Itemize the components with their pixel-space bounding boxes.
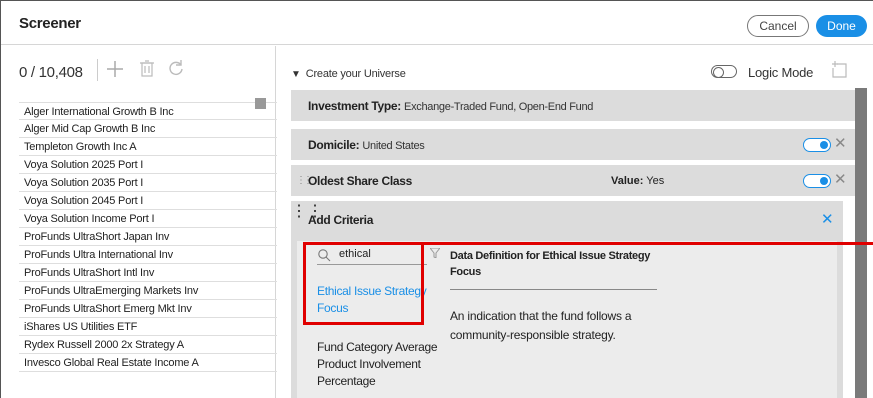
fund-list-panel: 0 / 10,408 Alger International Growth B … [1,46,277,398]
trash-icon[interactable] [139,54,161,82]
list-item[interactable]: Rydex Russell 2000 2x Strategy A [19,336,277,354]
cancel-button[interactable]: Cancel [747,15,809,37]
definition-divider [450,289,657,290]
domicile-toggle[interactable] [803,138,831,152]
list-item[interactable]: ProFunds UltraShort Japan Inv [19,228,277,246]
definition-text: An indication that the fund follows a co… [450,309,632,342]
highlight-line [424,242,873,245]
search-result-fund-category-average[interactable]: Fund Category Average Product Involvemen… [317,339,442,390]
done-button[interactable]: Done [816,15,867,37]
value-text: Yes [646,175,665,187]
logic-mode-label: Logic Mode [748,65,814,80]
list-item[interactable]: Voya Solution 2045 Port I [19,192,277,210]
header: Screener Cancel Done [1,1,873,45]
list-scrollbar-thumb[interactable] [255,98,266,109]
list-item[interactable]: Voya Solution 2025 Port I [19,156,277,174]
list-item[interactable]: iShares US Utilities ETF [19,318,277,336]
criteria-investment-type[interactable]: Investment Type: Exchange-Traded Fund, O… [291,90,859,121]
add-panel-icon[interactable] [831,60,849,78]
investment-type-label: Investment Type: [308,99,401,113]
logic-mode-toggle[interactable] [711,65,737,78]
list-item[interactable]: ProFunds UltraShort Emerg Mkt Inv [19,300,277,318]
filter-icon[interactable] [430,248,440,258]
highlight-box [303,242,424,325]
domicile-label: Domicile: [308,138,360,152]
toolbar-divider [97,59,98,81]
list-item[interactable]: Voya Solution Income Port I [19,210,277,228]
domicile-value: United States [362,140,425,152]
universe-label: Create your Universe [305,68,406,80]
oldest-share-class-label: Oldest Share Class [308,174,412,188]
page-title: Screener [19,15,81,32]
caret-down-icon: ▼ [291,69,301,80]
oldest-share-class-toggle[interactable] [803,174,831,188]
fund-list: Alger International Growth B Inc Alger Mi… [19,102,277,372]
list-item[interactable]: Voya Solution 2035 Port I [19,174,277,192]
investment-type-row-text: Investment Type: Exchange-Traded Fund, O… [308,99,593,113]
list-item[interactable]: ProFunds UltraShort Intl Inv [19,264,277,282]
investment-type-value: Exchange-Traded Fund, Open-End Fund [404,101,594,113]
value-label: Value: [611,175,644,187]
close-criteria-icon[interactable]: ✕ [821,212,834,227]
domicile-remove-icon[interactable]: ✕ [834,136,847,151]
criteria-oldest-share-class[interactable]: ⋮⋮ Oldest Share Class Value: Yes ✕ [291,165,859,196]
add-icon[interactable] [105,54,127,82]
list-item[interactable]: ProFunds UltraEmerging Markets Inv [19,282,277,300]
criteria-panel: ▼ Create your Universe Logic Mode Investm… [277,46,873,398]
refresh-icon[interactable] [167,54,189,82]
definition-title: Data Definition for Ethical Issue Strate… [450,250,651,278]
criteria-domicile[interactable]: Domicile: United States ✕ [291,129,859,160]
list-item[interactable]: Templeton Growth Inc A [19,138,277,156]
list-item[interactable]: Alger Mid Cap Growth B Inc [19,120,277,138]
list-item[interactable]: Invesco Global Real Estate Income A [19,354,277,372]
domicile-row-text: Domicile: United States [308,138,425,152]
result-count: 0 / 10,408 [19,64,83,81]
list-item[interactable]: Alger International Growth B Inc [19,102,277,120]
list-item[interactable]: ProFunds Ultra International Inv [19,246,277,264]
oldest-share-class-value: Value: Yes [611,175,664,187]
screener-window: Screener Cancel Done 0 / 10,408 Alger In… [0,0,873,398]
oldest-share-class-remove-icon[interactable]: ✕ [834,172,847,187]
create-universe-toggle[interactable]: ▼ Create your Universe [291,68,406,80]
add-criteria-label: Add Criteria [308,213,374,227]
